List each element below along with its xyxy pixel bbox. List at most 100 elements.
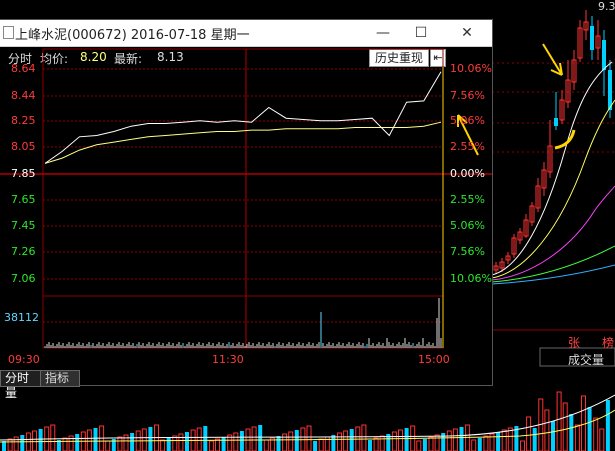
bg-volume-bar (368, 440, 372, 451)
bg-volume-bar (306, 425, 312, 451)
bg-volume-bar (276, 436, 281, 451)
bg-legend-bang: 榜 (602, 336, 615, 350)
chart-grid (0, 48, 492, 349)
tab-volume[interactable]: 分时量 (0, 370, 44, 400)
bg-volume-bar (20, 435, 25, 451)
bg-candle-body (602, 40, 606, 70)
bg-volume-bar (196, 427, 202, 451)
bg-volume-bar (574, 424, 580, 451)
bg-volume-bar (288, 431, 294, 451)
bg-volume-bar (294, 430, 299, 451)
bg-candle-body (608, 70, 612, 110)
bg-ma20 (491, 185, 615, 281)
bg-volume-bar (551, 421, 555, 451)
price-tick-label: 8.44 (11, 89, 36, 102)
bg-volume-bar (361, 424, 367, 451)
bg-volume-bar (203, 426, 208, 451)
time-label-close: 15:00 (418, 353, 450, 366)
bg-volume-bar (7, 438, 13, 451)
bg-annotation-bracket (554, 129, 576, 150)
bg-volume-bar (520, 440, 525, 451)
price-tick-label: 7.06 (11, 272, 36, 285)
price-tick-label: 7.65 (11, 193, 36, 206)
bg-volume-bar (50, 424, 56, 451)
bg-volume-label: 成交量 (568, 353, 605, 367)
percent-tick-label: 0.00% (450, 167, 485, 180)
bg-volume-bar (343, 430, 349, 451)
bg-volume-bar (404, 428, 409, 451)
bg-volume-bar (141, 428, 147, 451)
bg-volume-bar (349, 429, 354, 451)
time-label-open: 09:30 (8, 353, 40, 366)
bg-volume-bar (532, 428, 537, 451)
volume-max-label: 38112 (4, 311, 39, 324)
bg-volume-bar (496, 432, 501, 451)
bg-volume-bar (62, 437, 68, 451)
percent-tick-label: 10.06% (450, 272, 492, 285)
bg-candle-body (554, 118, 558, 126)
bg-volume-bar (483, 435, 489, 451)
bg-volume-bar (38, 429, 43, 451)
bg-volume-bar (391, 431, 397, 451)
intraday-chart (0, 48, 492, 349)
percent-tick-label: 2.55% (450, 193, 485, 206)
bg-volume-bar (251, 426, 257, 451)
bg-candle-body (590, 26, 594, 50)
percent-tick-label: 7.56% (450, 245, 485, 258)
bg-volume-bar (428, 436, 434, 451)
bg-volume-bar (501, 429, 507, 451)
bg-volume-bar (93, 428, 98, 451)
bg-ma10 (491, 99, 615, 279)
bg-volume-bar (148, 427, 153, 451)
bg-volume-bar (544, 409, 550, 451)
bg-volume-bar (452, 428, 458, 451)
bg-volume-bar (105, 440, 111, 451)
bg-volume-bar (239, 431, 244, 451)
percent-tick-label: 5.06% (450, 219, 485, 232)
volume-bars (44, 298, 444, 348)
bg-volume-bar (337, 432, 342, 451)
bg-volume-bar (562, 402, 568, 451)
price-line (44, 71, 442, 164)
bg-top-value: 9.3 (598, 0, 615, 13)
bg-volume-bar (185, 432, 189, 451)
bg-volume-bar (123, 434, 129, 451)
bg-volume-bar (422, 439, 427, 451)
bg-volume-bar (471, 439, 477, 451)
bg-volume-bar (160, 439, 166, 451)
percent-tick-label: 10.06% (450, 62, 492, 75)
bg-volume-bar (459, 427, 464, 451)
bg-volume-bar (507, 427, 513, 451)
bg-volume-bar (398, 429, 403, 451)
price-tick-label: 7.26 (11, 245, 36, 258)
bg-volume-bar (2, 441, 6, 451)
bg-volume-bar (258, 425, 263, 451)
bg-volume-bar (599, 428, 605, 451)
bg-volume-bar (166, 438, 171, 451)
percent-tick-label: 7.56% (450, 89, 485, 102)
bg-volume-bar (593, 417, 599, 451)
bg-volume-bar (465, 424, 471, 451)
bg-volume-bar (208, 440, 214, 451)
bg-volume-bar (221, 437, 226, 451)
bg-volume-bar (605, 400, 610, 451)
bg-volume-bar (373, 437, 379, 451)
price-tick-label: 7.45 (11, 219, 36, 232)
price-tick-label: 8.64 (11, 62, 36, 75)
bg-volume-bar (569, 414, 574, 451)
bg-volume-bar (263, 439, 269, 451)
time-label-midday: 11:30 (212, 353, 244, 366)
price-tick-label: 8.25 (11, 114, 36, 127)
bg-volume-bar (233, 432, 239, 451)
tab-indicator[interactable]: 指标 (40, 370, 80, 387)
price-tick-label: 8.05 (11, 140, 36, 153)
bg-volume-bar (318, 438, 324, 451)
bg-volume-bar (282, 433, 288, 451)
bg-volume-bar (86, 429, 92, 451)
bg-volume-bar (587, 407, 592, 451)
bg-ma60 (491, 264, 615, 285)
bg-volume-bar (446, 430, 452, 451)
bg-volume-bar (117, 436, 123, 451)
bg-volume-bar (32, 430, 37, 451)
percent-tick-label: 2.55% (450, 140, 485, 153)
